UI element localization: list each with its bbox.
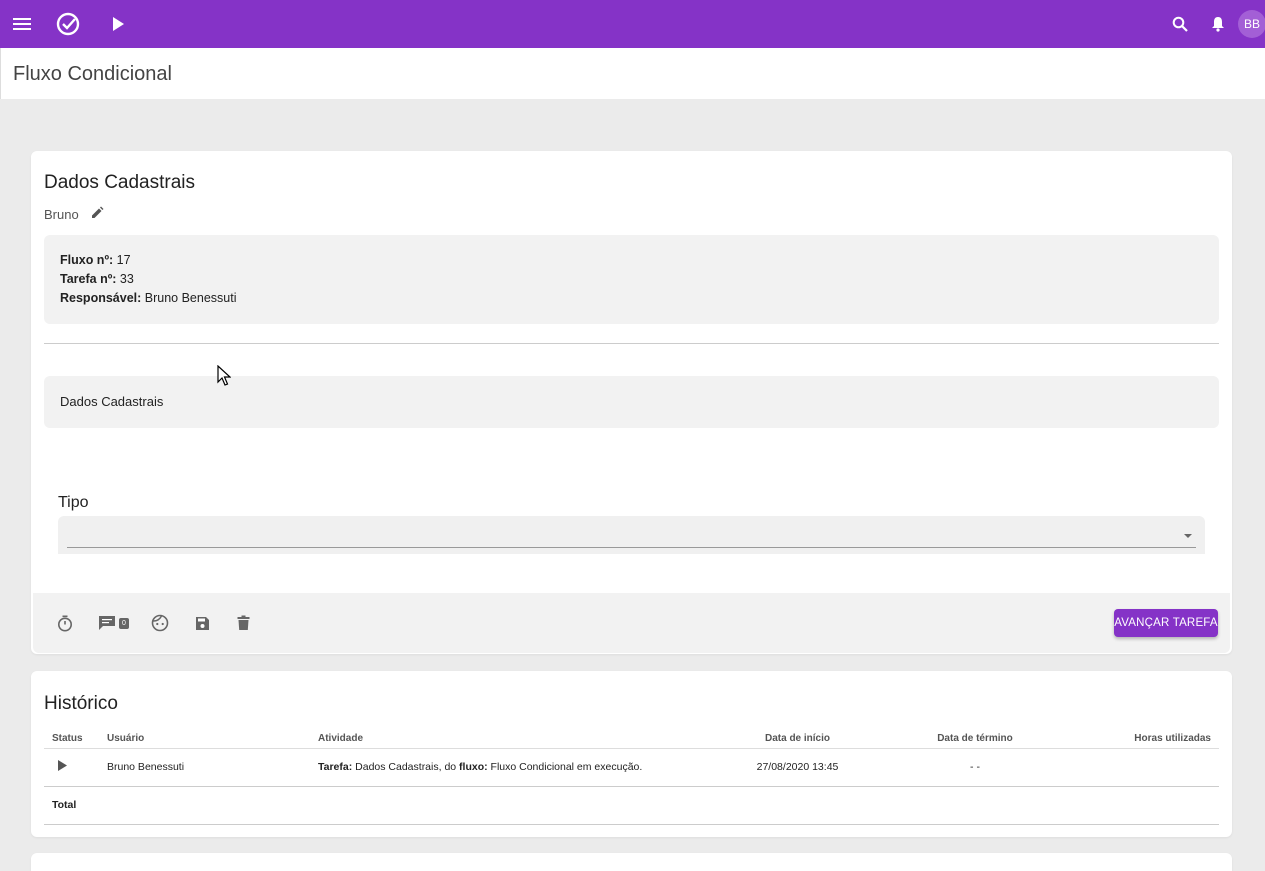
mouse-cursor-icon bbox=[217, 364, 232, 392]
task-info-box: Fluxo nº: 17 Tarefa nº: 33 Responsável: … bbox=[44, 235, 1219, 324]
task-title: Dados Cadastrais bbox=[44, 172, 196, 193]
advance-task-button[interactable]: AVANÇAR TAREFA bbox=[1114, 609, 1218, 637]
edit-icon[interactable] bbox=[91, 206, 104, 224]
dropdown-caret-icon bbox=[1184, 534, 1192, 538]
row-hours bbox=[1075, 748, 1219, 787]
next-card bbox=[31, 853, 1232, 871]
col-status[interactable]: Status bbox=[44, 730, 99, 749]
col-user[interactable]: Usuário bbox=[99, 730, 310, 749]
delete-icon[interactable] bbox=[231, 611, 255, 635]
select-underline bbox=[67, 547, 1196, 548]
section-title: Dados Cadastrais bbox=[60, 394, 164, 409]
history-card: Histórico Status Usuário Atividade Data … bbox=[31, 671, 1232, 837]
divider bbox=[44, 343, 1219, 344]
comments-icon[interactable] bbox=[95, 611, 119, 635]
flow-number: Fluxo nº: 17 bbox=[60, 253, 131, 267]
avatar[interactable]: BB bbox=[1238, 10, 1265, 38]
save-icon[interactable] bbox=[190, 611, 214, 635]
task-card: Dados Cadastrais Bruno Fluxo nº: 17 Tare… bbox=[31, 151, 1232, 654]
table-row[interactable]: Bruno Benessuti Tarefa: Dados Cadastrais… bbox=[44, 748, 1219, 787]
comment-count-badge: 0 bbox=[119, 618, 129, 629]
col-end-date[interactable]: Data de término bbox=[875, 730, 1075, 749]
timer-icon[interactable] bbox=[53, 611, 77, 635]
col-hours[interactable]: Horas utilizadas bbox=[1075, 730, 1219, 749]
menu-icon[interactable] bbox=[8, 0, 36, 48]
row-status bbox=[44, 748, 99, 787]
page-title: Fluxo Condicional bbox=[13, 63, 172, 85]
task-number: Tarefa nº: 33 bbox=[60, 272, 134, 286]
col-activity[interactable]: Atividade bbox=[310, 730, 720, 749]
history-header-row: Status Usuário Atividade Data de início … bbox=[44, 730, 1219, 749]
tipo-label: Tipo bbox=[58, 494, 89, 511]
search-icon[interactable] bbox=[1168, 0, 1192, 48]
total-row: Total bbox=[44, 786, 1219, 825]
play-icon bbox=[58, 760, 67, 771]
page-header: Fluxo Condicional bbox=[0, 48, 1265, 99]
row-end: - - bbox=[875, 748, 1075, 787]
bell-icon[interactable] bbox=[1206, 0, 1230, 48]
total-label: Total bbox=[44, 786, 99, 825]
row-activity: Tarefa: Dados Cadastrais, do fluxo: Flux… bbox=[310, 748, 720, 787]
col-start-date[interactable]: Data de início bbox=[720, 730, 875, 749]
history-title: Histórico bbox=[44, 693, 118, 714]
face-icon[interactable] bbox=[148, 611, 172, 635]
history-table: Status Usuário Atividade Data de início … bbox=[44, 730, 1219, 825]
play-icon[interactable] bbox=[106, 0, 130, 48]
row-user: Bruno Benessuti bbox=[99, 748, 310, 787]
task-owner: Bruno bbox=[44, 207, 79, 222]
task-action-bar: 0 AVANÇAR TAREFA bbox=[33, 593, 1230, 653]
top-app-bar: BB bbox=[0, 0, 1265, 48]
tipo-select[interactable] bbox=[58, 516, 1205, 554]
responsible: Responsável: Bruno Benessuti bbox=[60, 291, 237, 305]
check-circle-icon[interactable] bbox=[54, 0, 82, 48]
row-start: 27/08/2020 13:45 bbox=[720, 748, 875, 787]
